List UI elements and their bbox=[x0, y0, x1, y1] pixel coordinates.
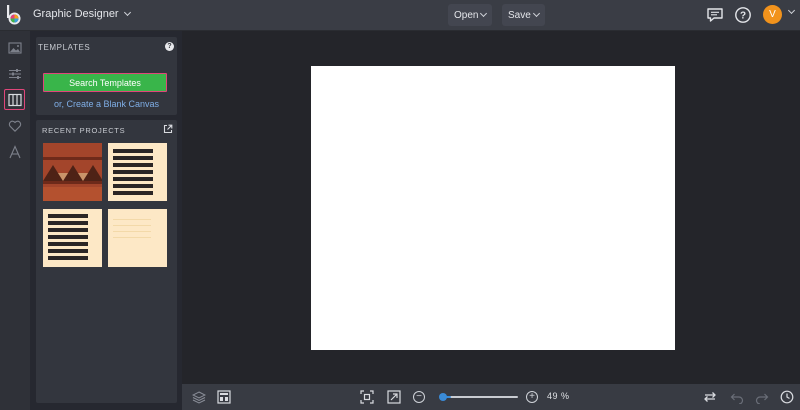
recent-project-thumbnail[interactable] bbox=[108, 143, 167, 201]
text-block-line bbox=[113, 223, 151, 226]
chevron-down-icon bbox=[532, 9, 540, 18]
zoom-in-button[interactable]: + bbox=[526, 391, 538, 403]
rail-item-favorites[interactable] bbox=[4, 115, 25, 136]
text-block-line bbox=[113, 177, 153, 181]
text-block-line bbox=[113, 156, 153, 160]
text-block-line bbox=[113, 191, 153, 195]
templates-panel: TEMPLATES ? Search Templates or, Create … bbox=[30, 31, 182, 410]
text-block-line bbox=[113, 217, 151, 220]
text-block-line bbox=[48, 214, 88, 218]
svg-text:?: ? bbox=[740, 11, 746, 22]
bottom-toolbar: − + 49 % bbox=[182, 384, 800, 410]
create-blank-canvas-link[interactable]: or, Create a Blank Canvas bbox=[36, 99, 177, 109]
rail-item-text[interactable] bbox=[4, 141, 25, 162]
recent-project-thumbnail[interactable] bbox=[108, 209, 167, 267]
app-logo-icon[interactable] bbox=[4, 4, 24, 26]
sliders-icon bbox=[8, 68, 21, 79]
text-block-line bbox=[113, 235, 151, 238]
top-bar: Graphic Designer Open Save ? V bbox=[0, 0, 800, 31]
canvas-workspace bbox=[182, 31, 800, 384]
avatar[interactable]: V bbox=[763, 5, 782, 24]
history-icon[interactable] bbox=[780, 390, 794, 404]
chevron-down-icon bbox=[480, 9, 488, 18]
photo-icon bbox=[7, 41, 22, 54]
save-label: Save bbox=[508, 9, 531, 21]
zoom-percentage: 49 % bbox=[547, 391, 570, 401]
text-block-line bbox=[113, 229, 151, 232]
undo-icon[interactable] bbox=[730, 390, 744, 404]
recent-project-thumbnail[interactable] bbox=[43, 143, 102, 201]
save-menu-button[interactable]: Save bbox=[502, 4, 545, 26]
templates-card: TEMPLATES ? Search Templates or, Create … bbox=[36, 37, 177, 115]
recent-projects-card: RECENT PROJECTS bbox=[36, 120, 177, 403]
recent-project-thumbnail[interactable] bbox=[43, 209, 102, 267]
layers-icon[interactable] bbox=[192, 390, 206, 404]
tool-rail bbox=[0, 31, 30, 410]
swap-icon[interactable] bbox=[703, 390, 717, 404]
app-switcher-menu[interactable]: Graphic Designer bbox=[33, 8, 131, 20]
text-block-line bbox=[48, 256, 88, 260]
chevron-down-icon bbox=[123, 8, 131, 17]
fit-to-screen-icon[interactable] bbox=[360, 390, 374, 404]
rail-item-adjustments[interactable] bbox=[4, 63, 25, 84]
rail-item-templates[interactable] bbox=[4, 89, 25, 110]
redo-icon[interactable] bbox=[755, 390, 769, 404]
rail-item-photos[interactable] bbox=[4, 37, 25, 58]
text-block-line bbox=[113, 163, 153, 167]
chevron-down-icon[interactable] bbox=[787, 6, 796, 15]
heart-icon bbox=[8, 120, 21, 132]
text-block-line bbox=[113, 184, 153, 188]
text-block-line bbox=[113, 149, 153, 153]
text-block-line bbox=[48, 228, 88, 232]
external-link-icon[interactable] bbox=[163, 124, 173, 134]
text-icon bbox=[8, 144, 21, 158]
app-name: Graphic Designer bbox=[33, 8, 119, 20]
templates-icon bbox=[7, 93, 22, 106]
expand-icon[interactable] bbox=[387, 390, 401, 404]
open-label: Open bbox=[454, 9, 479, 21]
avatar-initial: V bbox=[769, 9, 776, 20]
templates-help-icon[interactable]: ? bbox=[165, 42, 174, 51]
text-block-line bbox=[48, 221, 88, 225]
open-menu-button[interactable]: Open bbox=[448, 4, 493, 26]
help-icon[interactable]: ? bbox=[734, 6, 752, 24]
text-block-line bbox=[48, 249, 88, 253]
recent-projects-title: RECENT PROJECTS bbox=[42, 126, 126, 135]
text-block-line bbox=[48, 235, 88, 239]
layout-grid-icon[interactable] bbox=[217, 390, 231, 404]
zoom-slider-handle[interactable] bbox=[439, 393, 447, 401]
search-templates-button[interactable]: Search Templates bbox=[43, 73, 167, 92]
text-block-line bbox=[113, 170, 153, 174]
chat-icon[interactable] bbox=[706, 6, 724, 24]
templates-title: TEMPLATES bbox=[38, 43, 91, 52]
zoom-out-button[interactable]: − bbox=[413, 391, 425, 403]
blank-artboard[interactable] bbox=[311, 66, 675, 350]
pattern-thumbnail-image bbox=[43, 143, 102, 201]
zoom-slider[interactable] bbox=[441, 396, 518, 398]
text-block-line bbox=[48, 242, 88, 246]
